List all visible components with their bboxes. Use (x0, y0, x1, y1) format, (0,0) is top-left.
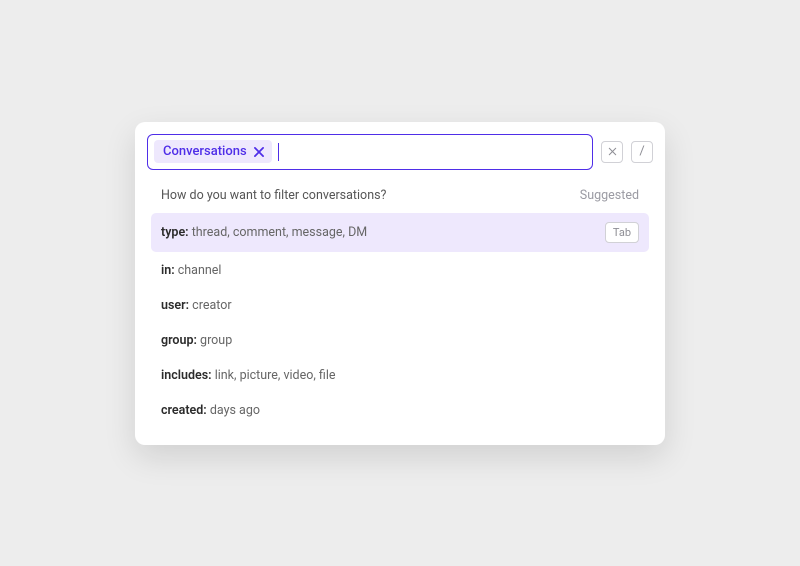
palette-content: How do you want to filter conversations?… (147, 170, 653, 427)
filter-option-key: includes: (161, 368, 212, 383)
filter-option-created[interactable]: created: days ago (151, 394, 649, 427)
filter-option-value: creator (192, 298, 231, 313)
tab-hint: Tab (605, 222, 639, 243)
heading-row: How do you want to filter conversations?… (161, 188, 639, 203)
search-row: Conversations / (147, 134, 653, 170)
filter-option-value: thread, comment, message, DM (192, 225, 368, 240)
filter-option-key: type: (161, 225, 189, 240)
filter-option-key: user: (161, 298, 189, 313)
command-palette: Conversations / How do you want to filte… (135, 122, 665, 445)
close-shortcut-key[interactable] (601, 141, 623, 163)
filter-option-includes[interactable]: includes: link, picture, video, file (151, 359, 649, 392)
filter-option-value: days ago (210, 403, 260, 418)
filter-option-group[interactable]: group: group (151, 324, 649, 357)
filter-option-text: type: thread, comment, message, DM (161, 225, 367, 240)
filter-option-value: channel (178, 263, 222, 278)
filter-option-value: link, picture, video, file (215, 368, 336, 383)
remove-token-icon[interactable] (252, 145, 266, 159)
filter-option-key: group: (161, 333, 197, 348)
search-token-label: Conversations (163, 144, 247, 159)
filter-option-user[interactable]: user: creator (151, 289, 649, 322)
filter-option-key: created: (161, 403, 207, 418)
filter-option-type[interactable]: type: thread, comment, message, DM Tab (151, 213, 649, 252)
search-input[interactable]: Conversations (147, 134, 593, 170)
suggested-label: Suggested (580, 188, 639, 203)
filter-option-key: in: (161, 263, 175, 278)
filter-option-value: group (200, 333, 232, 348)
text-caret (278, 143, 279, 161)
search-token[interactable]: Conversations (154, 140, 272, 163)
options-list: type: thread, comment, message, DM Tab i… (161, 213, 639, 427)
slash-shortcut-key[interactable]: / (631, 141, 653, 163)
prompt-heading: How do you want to filter conversations? (161, 188, 386, 203)
filter-option-in[interactable]: in: channel (151, 254, 649, 287)
